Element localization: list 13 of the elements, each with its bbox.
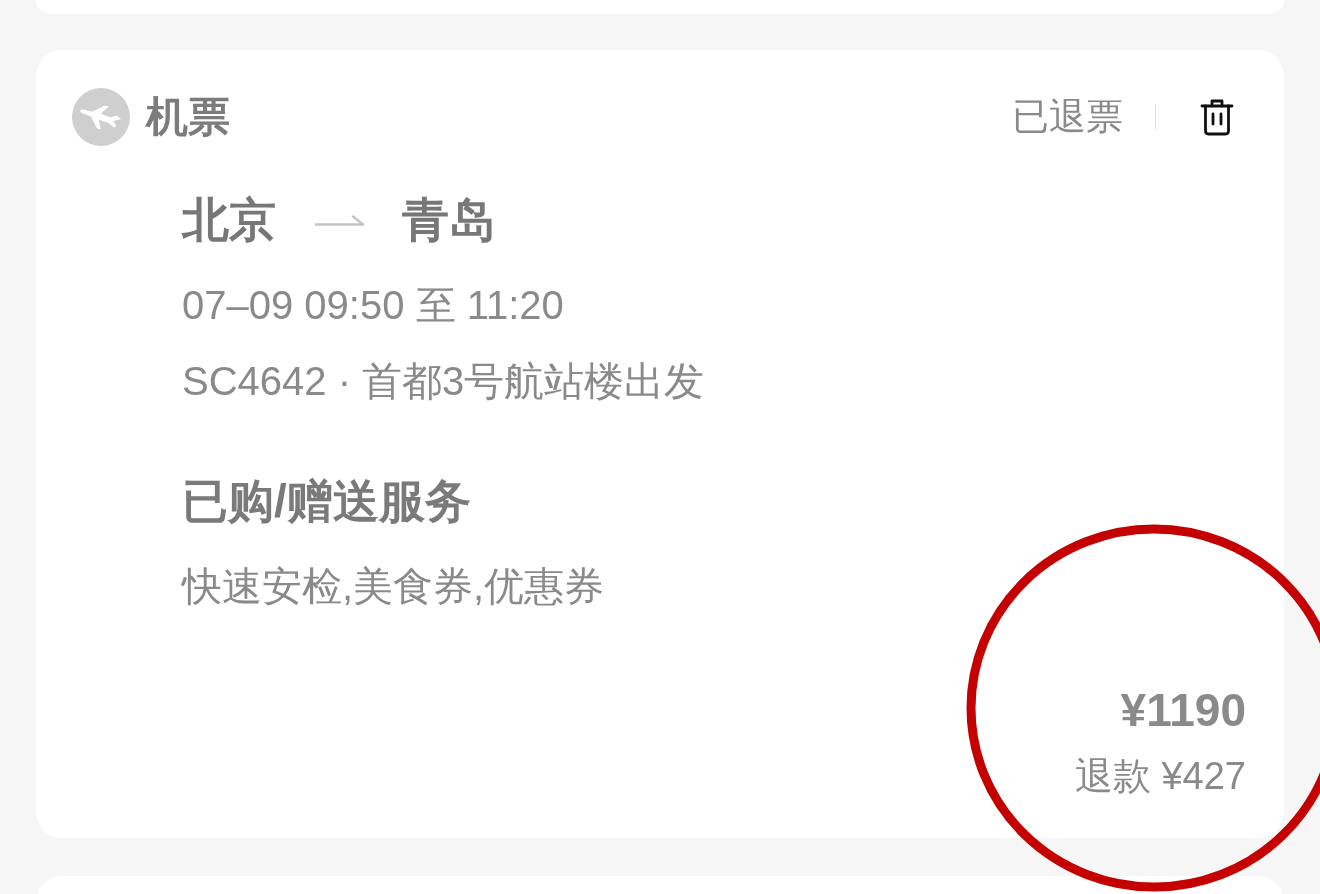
services-list: 快速安检,美食券,优惠券 [182,558,605,614]
flight-info: SC4642 · 首都3号航站楼出发 [182,358,705,405]
category-title: 机票 [146,92,230,142]
refund-amount: 退款 ¥427 [1074,754,1246,799]
plane-icon [72,88,130,146]
services-title: 已购/赠送服务 [182,474,471,529]
arrival-city: 青岛 [402,192,496,248]
order-status: 已退票 [1012,95,1123,139]
order-price: ¥1190 [1120,683,1246,738]
departure-city: 北京 [182,192,276,248]
delete-icon [1200,98,1234,136]
delete-button[interactable] [1200,98,1234,136]
flight-time: 07–09 09:50 至 11:20 [182,282,564,329]
